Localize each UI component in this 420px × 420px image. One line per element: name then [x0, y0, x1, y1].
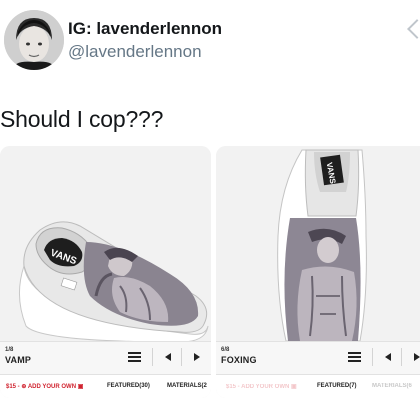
- tab-featured[interactable]: FEATURED(30): [107, 383, 150, 389]
- next-arrow-icon[interactable]: [414, 353, 420, 361]
- option-tabs: $15 - ADD YOUR OWN ▣ FEATURED(7) MATERIA…: [216, 374, 420, 398]
- add-your-own-button[interactable]: $15 - ⊕ ADD YOUR OWN ▣: [6, 383, 83, 390]
- hamburger-menu-icon[interactable]: [348, 352, 361, 362]
- avatar-photo: [4, 10, 64, 70]
- image-panel-left[interactable]: VANS 1/8 VAMP $15 - ⊕ ADD YOUR OWN ▣ FEA…: [0, 146, 211, 398]
- customizer-toolbar: 1/8 VAMP $15 - ⊕ ADD YOUR OWN ▣ FEATURED…: [0, 341, 211, 398]
- part-name: FOXING: [221, 355, 257, 365]
- divider: [401, 348, 402, 366]
- display-name[interactable]: IG: lavenderlennon: [68, 19, 222, 39]
- prev-arrow-icon[interactable]: [165, 353, 171, 361]
- share-arrow-icon[interactable]: [407, 19, 420, 39]
- user-handle[interactable]: @lavenderlennon: [68, 42, 202, 62]
- tweet-text: Should I cop???: [0, 106, 164, 132]
- customizer-toolbar: 6/8 FOXING $15 - ADD YOUR OWN ▣ FEATURED…: [216, 341, 420, 398]
- avatar[interactable]: [4, 10, 64, 70]
- option-tabs: $15 - ⊕ ADD YOUR OWN ▣ FEATURED(30) MATE…: [0, 374, 211, 398]
- add-your-own-button[interactable]: $15 - ADD YOUR OWN ▣: [226, 383, 297, 390]
- tab-materials[interactable]: MATERIALS(2: [167, 383, 207, 389]
- shoe-image-top: VANS: [216, 146, 420, 341]
- step-indicator: 6/8: [221, 347, 230, 353]
- divider: [372, 348, 373, 366]
- part-name: VAMP: [5, 355, 32, 365]
- shoe-image-side: VANS: [0, 146, 211, 341]
- tab-materials[interactable]: MATERIALS(6: [372, 383, 412, 389]
- image-panel-right[interactable]: VANS 6/8 FOXING $15 - ADD YOUR OWN ▣ FEA…: [216, 146, 420, 398]
- prev-arrow-icon[interactable]: [385, 353, 391, 361]
- divider: [181, 348, 182, 366]
- next-arrow-icon[interactable]: [194, 353, 200, 361]
- step-indicator: 1/8: [5, 347, 14, 353]
- divider: [152, 348, 153, 366]
- tab-featured[interactable]: FEATURED(7): [317, 383, 357, 389]
- hamburger-menu-icon[interactable]: [128, 352, 141, 362]
